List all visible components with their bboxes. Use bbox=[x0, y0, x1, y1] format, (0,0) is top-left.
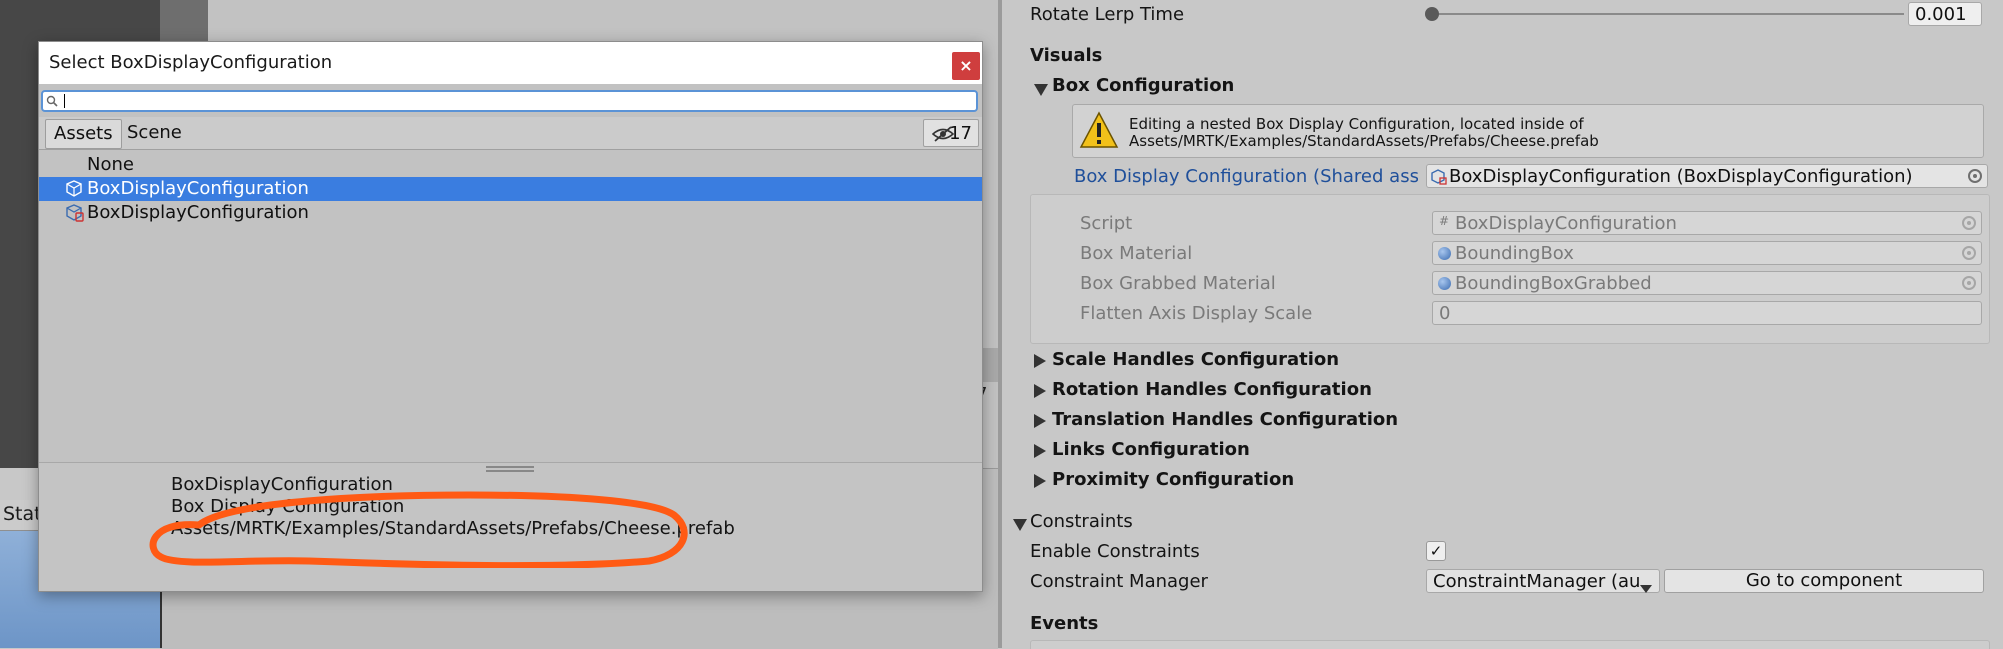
rotation-handles-foldout[interactable]: Rotation Handles Configuration bbox=[1052, 379, 1372, 400]
preview-area: BoxDisplayConfiguration Box Display Conf… bbox=[39, 462, 982, 591]
box-material-picker-icon[interactable] bbox=[1962, 246, 1976, 260]
object-picker-icon[interactable] bbox=[1968, 169, 1982, 183]
text-caret bbox=[64, 94, 65, 108]
script-field: BoxDisplayConfiguration bbox=[1432, 211, 1982, 235]
list-item-label: BoxDisplayConfiguration bbox=[87, 202, 309, 223]
scriptable-object-icon bbox=[66, 180, 82, 197]
foldout-arrow-right-icon[interactable] bbox=[1034, 443, 1046, 462]
box-grabbed-picker-icon[interactable] bbox=[1962, 276, 1976, 290]
visuals-header: Visuals bbox=[1030, 45, 1103, 66]
tab-assets[interactable]: Assets bbox=[45, 119, 122, 149]
rotate-lerp-time-field[interactable]: 0.001 bbox=[1908, 2, 1982, 26]
object-selector-dialog: Select BoxDisplayConfiguration × Assets … bbox=[38, 41, 983, 592]
dialog-tab-row: Assets Scene 17 bbox=[39, 117, 982, 150]
shared-asset-label: Box Display Configuration (Shared asse bbox=[1074, 166, 1418, 187]
constraints-foldout[interactable]: Constraints bbox=[1030, 511, 1133, 532]
warning-text-line1: Editing a nested Box Display Configurati… bbox=[1129, 115, 1584, 133]
inspector-panel: Rotate Lerp Time 0.001 Visuals Box Confi… bbox=[1002, 0, 2003, 649]
dialog-title: Select BoxDisplayConfiguration bbox=[49, 52, 333, 73]
search-field[interactable] bbox=[41, 90, 978, 112]
enable-constraints-label: Enable Constraints bbox=[1030, 541, 1200, 562]
box-material-label: Box Material bbox=[1080, 243, 1193, 264]
events-header: Events bbox=[1030, 613, 1099, 634]
hidden-eye-icon bbox=[932, 126, 954, 142]
search-input[interactable] bbox=[63, 93, 963, 109]
dropdown-arrow-icon[interactable] bbox=[1640, 578, 1652, 597]
shared-asset-object-field[interactable]: BoxDisplayConfiguration (BoxDisplayConfi… bbox=[1426, 164, 1988, 188]
box-configuration-foldout[interactable]: Box Configuration bbox=[1052, 75, 1234, 96]
material-icon bbox=[1438, 247, 1451, 260]
close-button[interactable]: × bbox=[952, 52, 980, 80]
links-foldout[interactable]: Links Configuration bbox=[1052, 439, 1250, 460]
flatten-axis-label: Flatten Axis Display Scale bbox=[1080, 303, 1313, 324]
foldout-arrow-right-icon[interactable] bbox=[1034, 473, 1046, 492]
tab-scene[interactable]: Scene bbox=[119, 119, 190, 147]
script-file-icon: # bbox=[1439, 214, 1450, 228]
warning-helpbox: Editing a nested Box Display Configurati… bbox=[1072, 104, 1984, 158]
translation-handles-foldout[interactable]: Translation Handles Configuration bbox=[1052, 409, 1398, 430]
foldout-arrow-right-icon[interactable] bbox=[1034, 353, 1046, 372]
warning-text-line2: Assets/MRTK/Examples/StandardAssets/Pref… bbox=[1129, 132, 1599, 150]
foldout-arrow-down-icon[interactable] bbox=[1013, 516, 1027, 535]
box-material-field[interactable]: BoundingBox bbox=[1432, 241, 1982, 265]
foldout-arrow-right-icon[interactable] bbox=[1034, 413, 1046, 432]
list-item-none[interactable]: None bbox=[39, 153, 982, 177]
box-grabbed-material-label: Box Grabbed Material bbox=[1080, 273, 1276, 294]
script-picker-icon bbox=[1962, 216, 1976, 230]
script-label: Script bbox=[1080, 213, 1133, 234]
resize-handle[interactable] bbox=[486, 466, 534, 472]
proximity-foldout[interactable]: Proximity Configuration bbox=[1052, 469, 1294, 490]
list-item-selected[interactable]: BoxDisplayConfiguration bbox=[39, 177, 982, 201]
constraint-manager-label: Constraint Manager bbox=[1030, 571, 1208, 592]
constraint-manager-dropdown[interactable]: ConstraintManager (au bbox=[1426, 569, 1660, 593]
box-grabbed-material-field[interactable]: BoundingBoxGrabbed bbox=[1432, 271, 1982, 295]
scale-handles-foldout[interactable]: Scale Handles Configuration bbox=[1052, 349, 1339, 370]
warning-icon bbox=[1079, 111, 1119, 148]
search-icon bbox=[46, 95, 58, 107]
scriptable-object-prefab-icon bbox=[66, 204, 84, 222]
stats-label[interactable]: Stat bbox=[3, 503, 42, 525]
list-item-label: None bbox=[87, 154, 134, 175]
go-to-component-button[interactable]: Go to component bbox=[1664, 569, 1984, 593]
rotate-lerp-slider-track[interactable] bbox=[1432, 13, 1904, 15]
scriptable-object-icon bbox=[1431, 169, 1447, 185]
material-icon bbox=[1438, 277, 1451, 290]
annotation-circle bbox=[149, 491, 688, 568]
rotate-lerp-time-label: Rotate Lerp Time bbox=[1030, 4, 1185, 25]
flatten-axis-field[interactable]: 0 bbox=[1432, 301, 1982, 325]
enable-constraints-checkbox[interactable]: ✓ bbox=[1426, 541, 1446, 561]
hidden-items-toggle[interactable]: 17 bbox=[923, 119, 979, 147]
dialog-title-bar[interactable]: Select BoxDisplayConfiguration × bbox=[39, 42, 982, 84]
rotate-lerp-slider-thumb[interactable] bbox=[1425, 7, 1439, 21]
foldout-arrow-down-icon[interactable] bbox=[1034, 81, 1048, 100]
foldout-arrow-right-icon[interactable] bbox=[1034, 383, 1046, 402]
list-item-label: BoxDisplayConfiguration bbox=[87, 178, 309, 199]
list-item[interactable]: BoxDisplayConfiguration bbox=[39, 201, 982, 225]
